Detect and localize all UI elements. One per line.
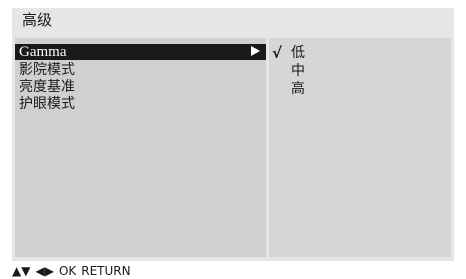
check-icon: √ <box>272 44 283 62</box>
ok-hint: OK <box>58 264 77 278</box>
up-down-arrows-icon: ▲▼ <box>12 264 31 278</box>
option-list: √ 低 中 高 <box>269 38 451 257</box>
menu-item-gamma[interactable]: Gamma <box>15 44 266 60</box>
option-label: 低 <box>291 45 305 61</box>
osd-menu: 高级 Gamma 影院模式 亮度基准 护眼模式 √ 低 中 高 <box>12 8 454 261</box>
menu-item-brightness-base[interactable]: 亮度基准 <box>15 79 266 95</box>
option-high[interactable]: 高 <box>269 81 451 97</box>
option-medium[interactable]: 中 <box>269 63 451 79</box>
option-low[interactable]: √ 低 <box>269 45 451 61</box>
return-hint: RETURN <box>81 264 131 278</box>
menu-item-label: 影院模式 <box>19 62 75 78</box>
left-right-arrows-icon: ◀▶ <box>35 264 54 278</box>
control-hint-bar: ▲▼ ◀▶ OK RETURN <box>12 263 136 279</box>
menu-item-eye-care[interactable]: 护眼模式 <box>15 96 266 112</box>
option-label: 高 <box>291 81 305 97</box>
menu-title: 高级 <box>22 11 53 29</box>
menu-item-cinema-mode[interactable]: 影院模式 <box>15 62 266 78</box>
menu-item-label: Gamma <box>19 44 67 60</box>
menu-list: Gamma 影院模式 亮度基准 护眼模式 <box>15 38 266 257</box>
menu-item-label: 亮度基准 <box>19 79 75 95</box>
submenu-arrow-icon <box>251 46 260 56</box>
menu-item-label: 护眼模式 <box>19 96 75 112</box>
option-label: 中 <box>291 63 305 79</box>
